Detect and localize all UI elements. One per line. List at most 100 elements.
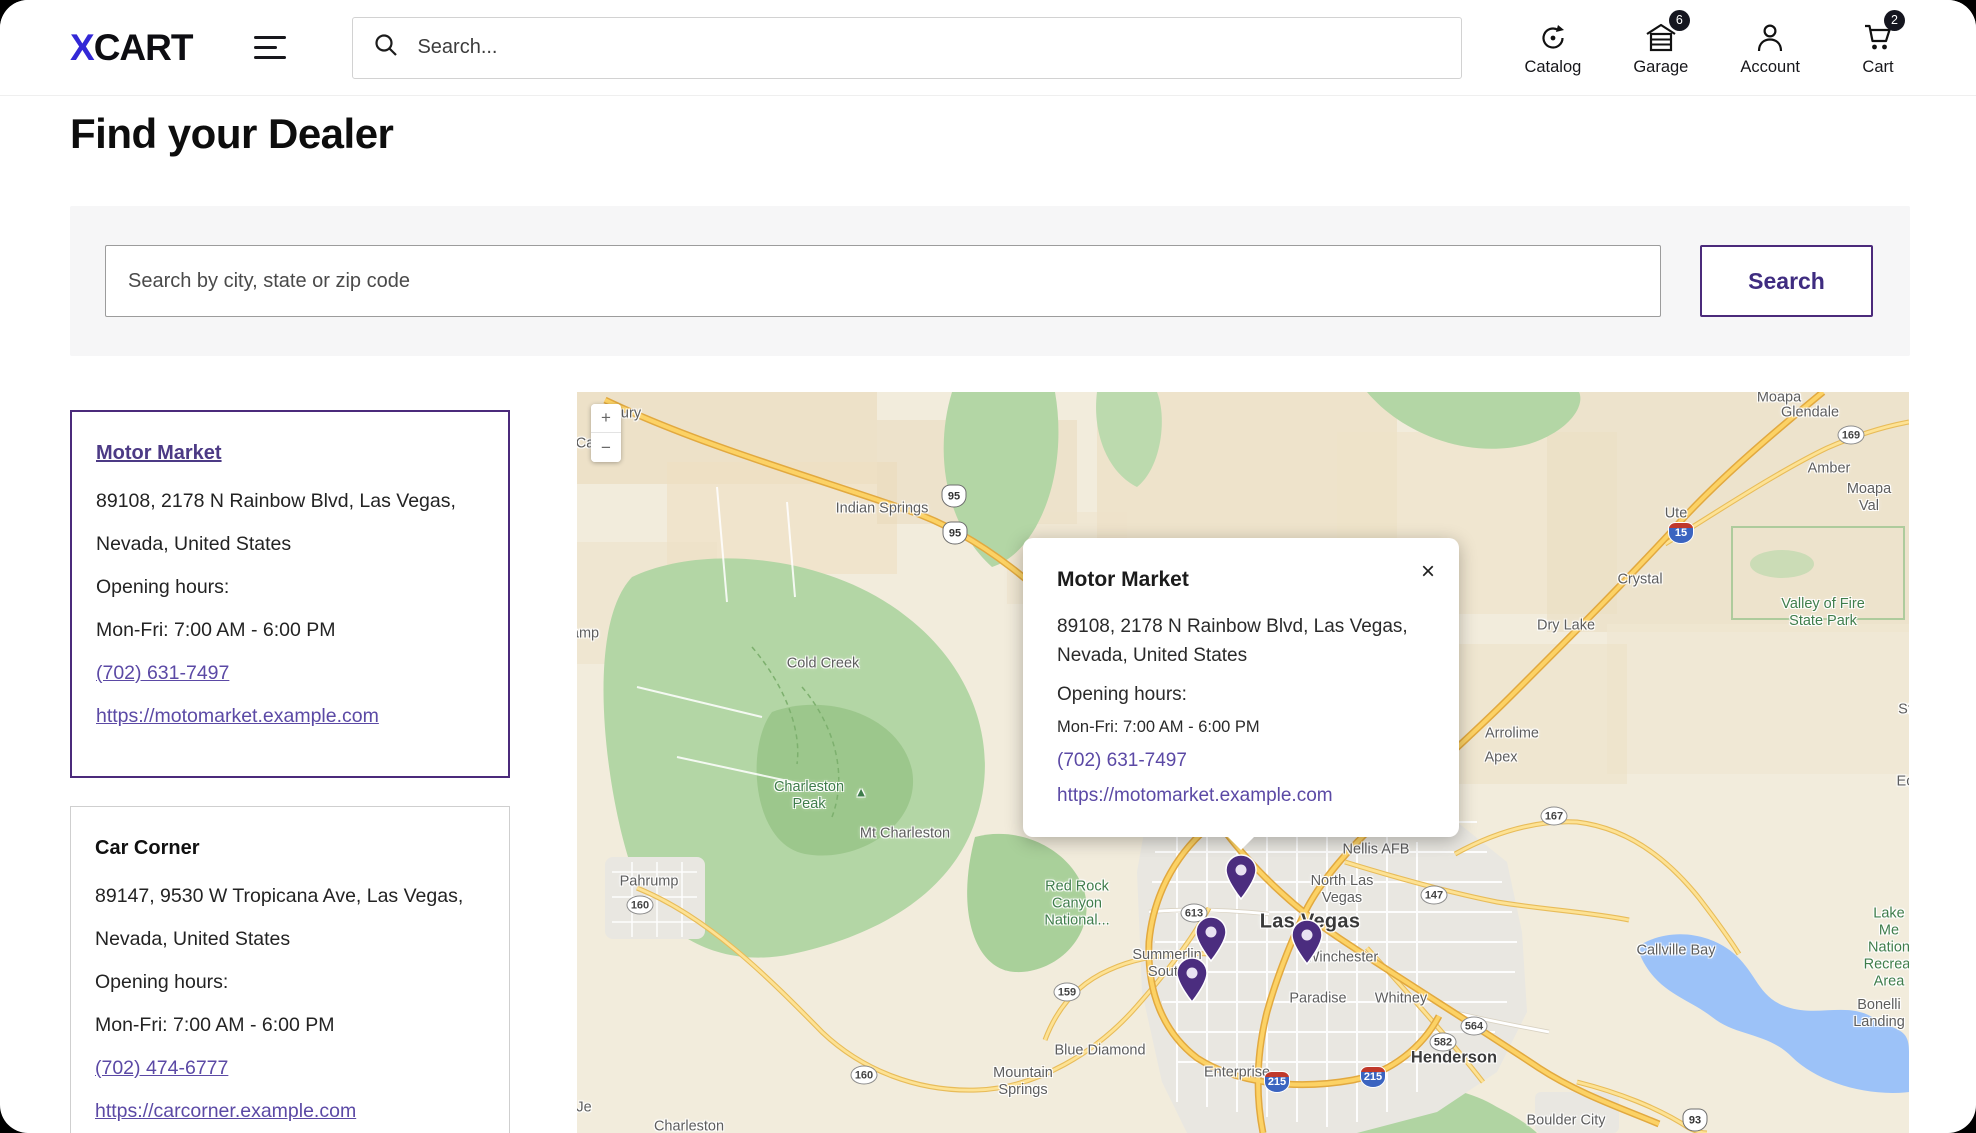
dealer-phone-link[interactable]: (702) 631-7497 [96,652,484,695]
route-shield: 215 [1360,1066,1386,1088]
map-label: ury [621,406,641,423]
logo-x: X [70,27,94,68]
map-label: Pahrump [620,874,679,891]
logo-cart: CART [94,27,193,68]
dealer-name-link[interactable]: Motor Market [96,442,222,464]
header: XCART Catalog 6 Garage [0,0,1976,96]
info-window-phone-link[interactable]: (702) 631-7497 [1057,750,1425,772]
map-label: Apex [1484,750,1517,767]
account-icon [1755,19,1785,53]
map-label: Mountain Springs [993,1065,1053,1099]
nav-account-label: Account [1740,58,1800,77]
map-label: amp [577,626,599,643]
map-label: St [1898,702,1909,719]
map-label: Mt Charleston [860,826,950,843]
map-label: Glendale [1781,405,1839,422]
dealer-address: Nevada, United States [95,918,485,961]
header-search[interactable] [352,17,1462,79]
route-shield: 564 [1461,1017,1488,1036]
nav-cart[interactable]: 2 Cart [1852,19,1904,77]
map-label: Paradise [1289,991,1346,1008]
route-shield: 95 [943,522,968,545]
menu-bar [254,56,286,59]
info-window-address: 89108, 2178 N Rainbow Blvd, Las Vegas,Ne… [1057,612,1425,670]
map-label: Arrolime [1485,726,1539,743]
dealer-search-input[interactable] [105,245,1661,317]
route-shield: 159 [1054,983,1081,1002]
map-label: Whitney [1375,991,1427,1008]
garage-badge: 6 [1669,10,1690,31]
nav-catalog-label: Catalog [1524,58,1581,77]
map-label: Charleston Peak [774,779,844,813]
map-label: Bonelli Landing [1853,997,1905,1031]
map-label: Crystal [1617,572,1662,589]
route-shield: 582 [1430,1033,1457,1052]
map-label: Ute [1665,506,1688,523]
dealer-search-panel: Search [70,206,1910,356]
dealer-search-button[interactable]: Search [1700,245,1873,317]
map-label: Indian Springs [836,501,929,518]
search-icon [373,32,399,63]
header-nav: Catalog 6 Garage Account 2 [1524,19,1904,77]
dealer-address: 89147, 9530 W Tropicana Ave, Las Vegas, [95,875,485,918]
nav-account[interactable]: Account [1740,19,1800,77]
menu-icon[interactable] [254,36,286,59]
dealer-website-link[interactable]: https://motomarket.example.com [96,695,484,738]
dealer-address: Nevada, United States [96,523,484,566]
nav-catalog[interactable]: Catalog [1524,19,1581,77]
map-label: Enterprise [1204,1065,1270,1082]
map-pin[interactable] [1224,854,1258,905]
dealer-website-link[interactable]: https://carcorner.example.com [95,1090,485,1133]
dealer-hours: Mon-Fri: 7:00 AM - 6:00 PM [95,1004,485,1047]
dealer-card-car-corner[interactable]: Car Corner 89147, 9530 W Tropicana Ave, … [70,806,510,1133]
map-pin[interactable] [1175,957,1209,1008]
map-label: Red Rock Canyon National... [1044,879,1109,930]
map-label: Amber [1808,461,1851,478]
catalog-icon [1538,19,1568,53]
map-label: North Las Vegas [1311,873,1374,907]
dealer-map[interactable]: uryCaampJeIndian SpringsCold CreekCharle… [577,392,1909,1133]
route-shield: 93 [1683,1109,1708,1132]
info-window-hours-label: Opening hours: [1057,684,1425,706]
map-label: Blue Diamond [1054,1043,1145,1060]
dealer-hours-label: Opening hours: [95,961,485,1004]
menu-bar [254,46,277,49]
route-shield: 215 [1264,1071,1290,1093]
page: XCART Catalog 6 Garage [0,0,1976,1133]
garage-icon: 6 [1644,19,1678,53]
logo[interactable]: XCART [70,27,192,69]
map-label: Henderson [1411,1049,1497,1068]
dealer-phone-link[interactable]: (702) 474-6777 [95,1047,485,1090]
header-search-input[interactable] [415,35,1441,60]
map-label: Nellis AFB [1343,842,1410,859]
map-label: Je [577,1100,592,1117]
map-label: Boulder City [1527,1113,1606,1130]
map-pin[interactable] [1290,919,1324,970]
route-shield: 169 [1838,426,1865,445]
map-label: Cold Creek [787,656,860,673]
map-label: ▲ [855,785,868,800]
route-shield: 167 [1541,807,1568,826]
map-label: Dry Lake [1537,618,1595,635]
map-label: Valley of Fire State Park [1781,596,1865,630]
dealer-hours: Mon-Fri: 7:00 AM - 6:00 PM [96,609,484,652]
map-label: Charleston [654,1119,724,1133]
nav-garage[interactable]: 6 Garage [1633,19,1688,77]
zoom-out-button[interactable]: − [591,433,621,462]
map-info-window: × Motor Market 89108, 2178 N Rainbow Blv… [1023,538,1459,837]
page-title: Find your Dealer [70,110,393,158]
dealer-address: 89108, 2178 N Rainbow Blvd, Las Vegas, [96,480,484,523]
zoom-in-button[interactable]: + [591,404,621,433]
dealer-hours-label: Opening hours: [96,566,484,609]
close-icon[interactable]: × [1419,558,1437,586]
cart-badge: 2 [1884,10,1905,31]
info-window-website-link[interactable]: https://motomarket.example.com [1057,785,1425,807]
nav-garage-label: Garage [1633,58,1688,77]
address-line: Nevada, United States [1057,645,1247,666]
map-label: Ec [1897,774,1909,791]
dealer-card-motor-market[interactable]: Motor Market 89108, 2178 N Rainbow Blvd,… [70,410,510,778]
route-shield: 95 [942,485,967,508]
route-shield: 147 [1421,886,1448,905]
info-window-title: Motor Market [1057,568,1425,592]
menu-bar [254,36,286,39]
